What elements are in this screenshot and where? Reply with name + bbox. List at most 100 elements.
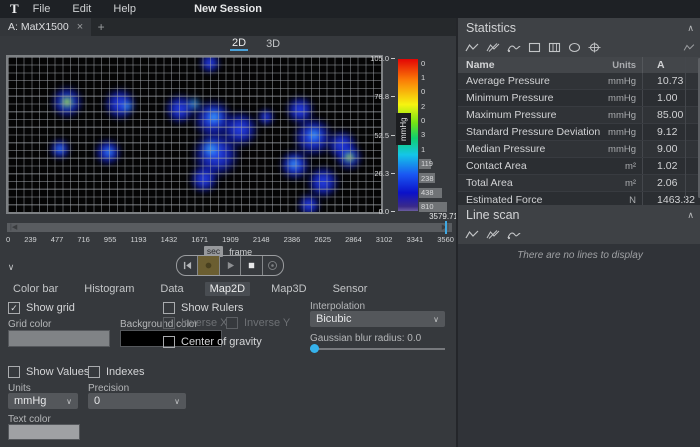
session-tab[interactable]: A: MatX1500 × bbox=[0, 18, 91, 36]
timeline-scrubber[interactable]: |◀ ▶| bbox=[7, 223, 452, 232]
ruler-tick-label: 716 bbox=[77, 235, 90, 244]
show-grid-checkbox[interactable]: ✓ Show grid bbox=[8, 302, 75, 314]
ruler-tick-label: 3102 bbox=[376, 235, 393, 244]
transport-controls bbox=[176, 255, 284, 276]
gaussian-blur-slider[interactable] bbox=[310, 348, 445, 350]
skip-start-button[interactable] bbox=[177, 256, 198, 275]
session-tab-label: A: MatX1500 bbox=[8, 21, 69, 33]
settings-tab-color-bar[interactable]: Color bar bbox=[8, 282, 63, 296]
bottom-panel-collapse-button[interactable]: ∨ bbox=[3, 261, 19, 273]
close-icon[interactable]: × bbox=[77, 21, 83, 33]
column-a: A bbox=[642, 57, 700, 73]
ruler-tick-label: 0 bbox=[6, 235, 10, 244]
chevron-up-icon[interactable]: ∧ bbox=[687, 23, 694, 34]
text-color-swatch[interactable] bbox=[8, 424, 80, 440]
ellipse-icon[interactable] bbox=[568, 42, 581, 53]
show-values-checkbox[interactable]: Show Values bbox=[8, 366, 89, 378]
statistics-toolbar bbox=[458, 38, 700, 57]
grid-color-label: Grid color bbox=[8, 319, 51, 330]
settings-tab-map2d[interactable]: Map2D bbox=[205, 282, 250, 296]
play-button[interactable] bbox=[220, 256, 241, 275]
inverse-x-checkbox: Inverse X bbox=[163, 317, 227, 329]
precision-dropdown[interactable]: 0 ∨ bbox=[88, 393, 186, 409]
stats-row: Maximum PressuremmHg85.00 bbox=[458, 107, 700, 124]
record-button[interactable] bbox=[198, 256, 219, 275]
ruler-tick-label: 3560 bbox=[437, 235, 454, 244]
crosshair-ellipse-icon[interactable] bbox=[588, 42, 601, 53]
line-scan-title: Line scan bbox=[466, 208, 520, 222]
rectangle-icon[interactable] bbox=[528, 42, 541, 53]
chevron-down-icon: ∨ bbox=[433, 315, 439, 324]
inverse-y-checkbox: Inverse Y bbox=[226, 317, 290, 329]
indexes-checkbox[interactable]: Indexes bbox=[88, 366, 145, 378]
histogram-row: 238 bbox=[419, 172, 457, 184]
center-of-gravity-checkbox[interactable]: Center of gravity bbox=[163, 336, 262, 348]
checkbox-check-icon: ✓ bbox=[8, 302, 20, 314]
precision-value: 0 bbox=[94, 395, 100, 407]
polyline-icon[interactable] bbox=[465, 42, 479, 53]
stats-row: Standard Pressure DeviationmmHg9.12 bbox=[458, 124, 700, 141]
pressure-heatmap[interactable] bbox=[6, 55, 383, 214]
column-name: Name bbox=[458, 59, 605, 71]
skip-start-icon bbox=[183, 261, 192, 270]
histogram-row: 0 bbox=[419, 115, 457, 127]
show-rulers-label: Show Rulers bbox=[181, 302, 243, 314]
gaussian-blur-slider-thumb[interactable] bbox=[310, 344, 319, 353]
view-3d-button[interactable]: 3D bbox=[264, 38, 282, 50]
colorbar-tick: 0.0 bbox=[362, 207, 395, 216]
menu-edit[interactable]: Edit bbox=[72, 3, 91, 15]
grid-color-swatch[interactable] bbox=[8, 330, 110, 347]
interpolation-value: Bicubic bbox=[316, 313, 351, 325]
loop-icon bbox=[267, 260, 278, 271]
stats-row: Minimum PressuremmHg1.00 bbox=[458, 90, 700, 107]
ruler-tick-label: 1671 bbox=[191, 235, 208, 244]
histogram-row: 1 bbox=[419, 143, 457, 155]
scrub-start-icon[interactable]: |◀ bbox=[10, 224, 17, 231]
stop-button[interactable] bbox=[241, 256, 262, 275]
view-mode-toggle: 2D 3D bbox=[230, 36, 282, 52]
ruler-tick-label: 955 bbox=[104, 235, 117, 244]
heatmap-grid-overlay bbox=[8, 57, 381, 212]
show-rulers-checkbox[interactable]: Show Rulers bbox=[163, 302, 243, 314]
app-logo: T bbox=[10, 1, 19, 17]
right-panel: Statistics ∧ Name Units A Average Pressu… bbox=[456, 18, 700, 447]
colorbar-tick: 26.3 bbox=[362, 169, 395, 178]
freehand-icon[interactable] bbox=[507, 229, 521, 240]
histogram-row: 2 bbox=[419, 100, 457, 112]
record-icon bbox=[204, 261, 213, 270]
chevron-up-icon[interactable]: ∧ bbox=[687, 210, 694, 221]
grid-rectangle-icon[interactable] bbox=[548, 42, 561, 53]
add-tab-button[interactable]: + bbox=[91, 18, 111, 36]
settings-tab-data[interactable]: Data bbox=[155, 282, 188, 296]
stats-row: Average PressuremmHg10.73 bbox=[458, 73, 700, 90]
view-2d-button[interactable]: 2D bbox=[230, 37, 248, 51]
histogram-row: 3 bbox=[419, 129, 457, 141]
multiline-icon[interactable] bbox=[486, 42, 500, 53]
ruler-tick-label: 239 bbox=[24, 235, 37, 244]
line-scan-header: Line scan ∧ bbox=[458, 205, 700, 225]
app-window: T File Edit Help New Session A: MatX1500… bbox=[0, 0, 700, 447]
statistics-table-header: Name Units A bbox=[458, 57, 700, 73]
window-title: New Session bbox=[0, 3, 456, 15]
menu-file[interactable]: File bbox=[33, 3, 51, 15]
center-of-gravity-label: Center of gravity bbox=[181, 336, 262, 348]
timeline-playhead[interactable] bbox=[445, 221, 447, 234]
timeline-ruler: 0239477716955119314321671190921482386262… bbox=[6, 235, 454, 244]
units-value: mmHg bbox=[14, 395, 46, 407]
add-measurement-icon[interactable] bbox=[683, 43, 695, 52]
playhead-time-label: 3579.71 bbox=[398, 212, 458, 221]
menu-help[interactable]: Help bbox=[113, 3, 136, 15]
line-scan-empty-message: There are no lines to display bbox=[458, 250, 700, 261]
settings-tab-map3d[interactable]: Map3D bbox=[266, 282, 311, 296]
units-dropdown[interactable]: mmHg ∨ bbox=[8, 393, 78, 409]
interpolation-dropdown[interactable]: Bicubic ∨ bbox=[310, 311, 445, 327]
multiline-icon[interactable] bbox=[486, 229, 500, 240]
loop-button[interactable] bbox=[263, 256, 283, 275]
freehand-icon[interactable] bbox=[507, 42, 521, 53]
settings-tab-sensor[interactable]: Sensor bbox=[328, 282, 373, 296]
settings-tab-histogram[interactable]: Histogram bbox=[79, 282, 139, 296]
polyline-icon[interactable] bbox=[465, 229, 479, 240]
ruler-tick-label: 3341 bbox=[407, 235, 424, 244]
chevron-down-icon: ∨ bbox=[66, 397, 72, 406]
inverse-x-label: Inverse X bbox=[181, 317, 227, 329]
